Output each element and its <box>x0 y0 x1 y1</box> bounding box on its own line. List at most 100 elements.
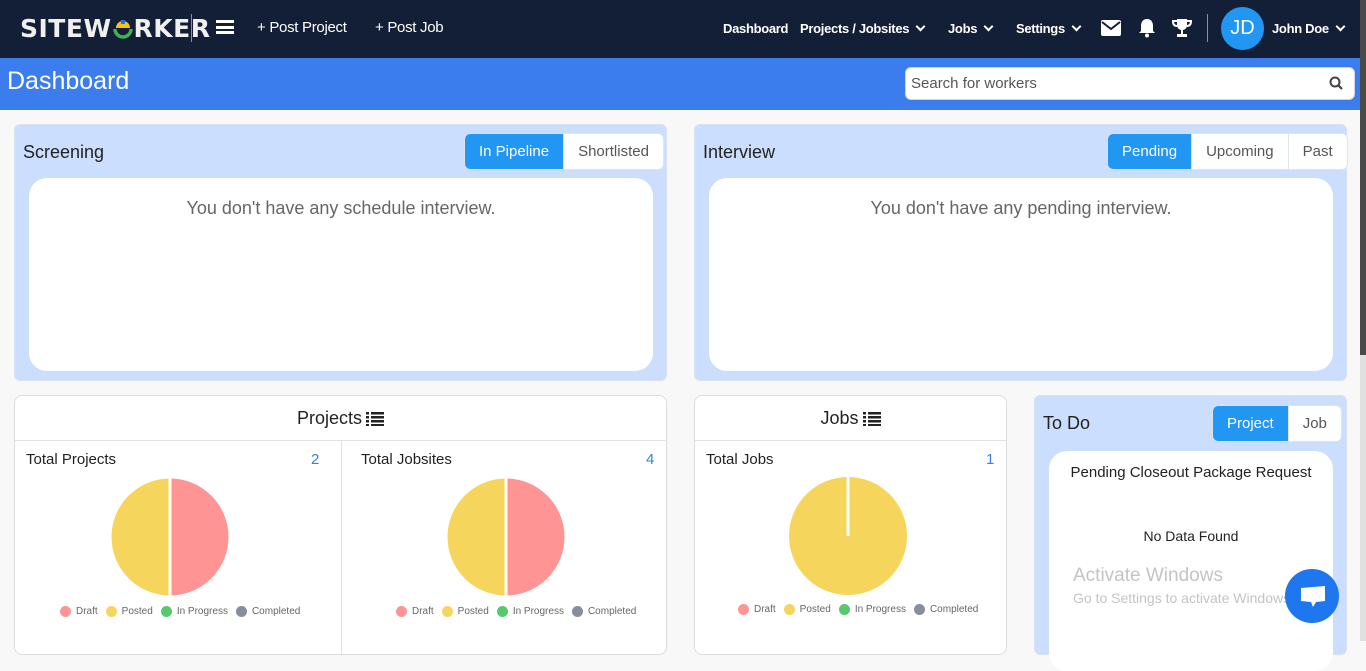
page-scrollbar[interactable] <box>1360 0 1366 641</box>
projects-pie-chart <box>108 475 232 599</box>
menu-toggle-icon[interactable] <box>216 20 234 34</box>
tab-in-pipeline[interactable]: In Pipeline <box>465 134 564 169</box>
legend-swatch <box>913 604 925 615</box>
legend-label: Draft <box>412 606 434 617</box>
legend-item[interactable]: In Progress <box>160 606 228 617</box>
logo-text-prefix: SITEW <box>20 14 112 43</box>
legend-label: Draft <box>76 606 98 617</box>
legend-item[interactable]: Draft <box>60 606 98 617</box>
divider <box>191 14 192 42</box>
legend-item[interactable]: Draft <box>396 606 434 617</box>
legend-swatch <box>571 606 583 617</box>
legend-item[interactable]: In Progress <box>838 604 906 615</box>
projects-card-title: Projects <box>296 408 363 428</box>
tab-upcoming[interactable]: Upcoming <box>1191 134 1288 169</box>
interview-panel: Interview Pending Upcoming Past You don'… <box>694 124 1348 381</box>
legend-label: In Progress <box>176 606 228 617</box>
legend-item[interactable]: In Progress <box>496 606 564 617</box>
user-menu[interactable]: John Doe <box>1272 21 1346 36</box>
jobs-card: Jobs Total Jobs 1 Draft Posted In Progress… <box>694 395 1007 655</box>
jobs-pie-chart <box>789 477 907 595</box>
projects-pie-legend: Draft Posted In Progress Completed <box>60 606 308 617</box>
legend-swatch <box>105 606 117 617</box>
chevron-down-icon <box>983 21 994 32</box>
interview-empty-message: You don't have any pending interview. <box>870 198 1172 218</box>
nav-settings-label: Settings <box>1016 21 1065 36</box>
legend-label: Posted <box>121 606 153 617</box>
legend-item[interactable]: Posted <box>441 606 489 617</box>
search-icon[interactable] <box>1329 76 1343 95</box>
tab-pending[interactable]: Pending <box>1108 134 1192 169</box>
logo-text-suffix: RKER <box>133 14 211 43</box>
user-name: John Doe <box>1272 21 1329 36</box>
screening-tabs: In Pipeline Shortlisted <box>464 133 664 170</box>
legend-label: In Progress <box>512 606 564 617</box>
legend-swatch <box>441 606 453 617</box>
legend-item[interactable]: Completed <box>235 606 300 617</box>
jobs-card-header[interactable]: Jobs <box>695 396 1006 441</box>
interview-content: You don't have any pending interview. <box>709 178 1333 371</box>
chevron-down-icon <box>915 21 926 32</box>
scrollbar-thumb[interactable] <box>1360 0 1366 355</box>
pie-slice-draft[interactable] <box>504 475 568 599</box>
post-job-link[interactable]: + Post Job <box>375 19 444 36</box>
jobsites-pie-chart <box>444 475 568 599</box>
chevron-down-icon <box>1335 21 1346 32</box>
pie-slice-posted[interactable] <box>108 475 172 599</box>
nav-projects-label: Projects / Jobsites <box>800 21 910 36</box>
divider <box>341 441 342 656</box>
legend-swatch <box>235 606 247 617</box>
todo-tabs: Project Job <box>1212 405 1342 442</box>
page-title: Dashboard <box>7 67 130 95</box>
total-jobs-label: Total Jobs <box>706 451 774 468</box>
legend-label: Posted <box>799 604 831 615</box>
total-projects-label: Total Projects <box>26 451 117 468</box>
total-projects-value: 2 <box>311 451 320 468</box>
legend-item[interactable]: Completed <box>571 606 636 617</box>
list-icon <box>366 398 385 442</box>
tab-past[interactable]: Past <box>1287 134 1347 169</box>
legend-label: Draft <box>754 604 776 615</box>
legend-swatch <box>738 604 749 615</box>
legend-item[interactable]: Posted <box>105 606 153 617</box>
mail-icon[interactable] <box>1101 20 1121 41</box>
nav-dashboard[interactable]: Dashboard <box>723 21 789 36</box>
divider <box>1207 14 1208 42</box>
screening-empty-message: You don't have any schedule interview. <box>186 198 496 218</box>
total-jobsites-label: Total Jobsites <box>361 451 452 468</box>
chevron-down-icon <box>1071 21 1082 32</box>
legend-item[interactable]: Completed <box>913 604 978 615</box>
screening-panel: Screening In Pipeline Shortlisted You do… <box>14 124 667 381</box>
tab-project[interactable]: Project <box>1213 406 1288 441</box>
activate-windows-title: Activate Windows <box>1073 565 1223 586</box>
trophy-icon[interactable] <box>1171 18 1193 43</box>
tab-job[interactable]: Job <box>1287 406 1341 441</box>
nav-settings[interactable]: Settings <box>1016 21 1082 36</box>
search-input[interactable] <box>906 68 1306 99</box>
todo-content: Pending Closeout Package Request No Data… <box>1049 451 1333 671</box>
tab-shortlisted[interactable]: Shortlisted <box>563 134 663 169</box>
nav-projects-jobsites[interactable]: Projects / Jobsites <box>800 21 926 36</box>
interview-title: Interview <box>703 142 776 162</box>
bell-icon[interactable] <box>1138 18 1156 43</box>
legend-label: In Progress <box>854 604 906 615</box>
post-project-link[interactable]: + Post Project <box>257 19 347 36</box>
pie-slice-draft[interactable] <box>168 475 232 599</box>
legend-item[interactable]: Posted <box>783 604 831 615</box>
nav-dashboard-label: Dashboard <box>723 21 789 36</box>
search-box <box>905 67 1355 100</box>
avatar[interactable]: JD <box>1221 7 1264 50</box>
activate-windows-subtitle: Go to Settings to activate Windows. <box>1073 590 1294 606</box>
legend-swatch <box>60 606 71 617</box>
legend-item[interactable]: Draft <box>738 604 776 615</box>
projects-card-header[interactable]: Projects <box>15 396 666 441</box>
todo-section-title: Pending Closeout Package Request <box>1070 464 1312 481</box>
chat-button[interactable] <box>1285 569 1339 623</box>
screening-content: You don't have any schedule interview. <box>29 178 653 371</box>
nav-jobs[interactable]: Jobs <box>948 21 994 36</box>
interview-tabs: Pending Upcoming Past <box>1107 133 1348 170</box>
pie-slice-posted[interactable] <box>444 475 508 599</box>
sitew-logo[interactable]: SITEW RKER <box>20 14 210 43</box>
total-jobs-value: 1 <box>986 451 995 468</box>
projects-card: Projects Total Projects 2 Draft Posted In … <box>14 395 667 656</box>
